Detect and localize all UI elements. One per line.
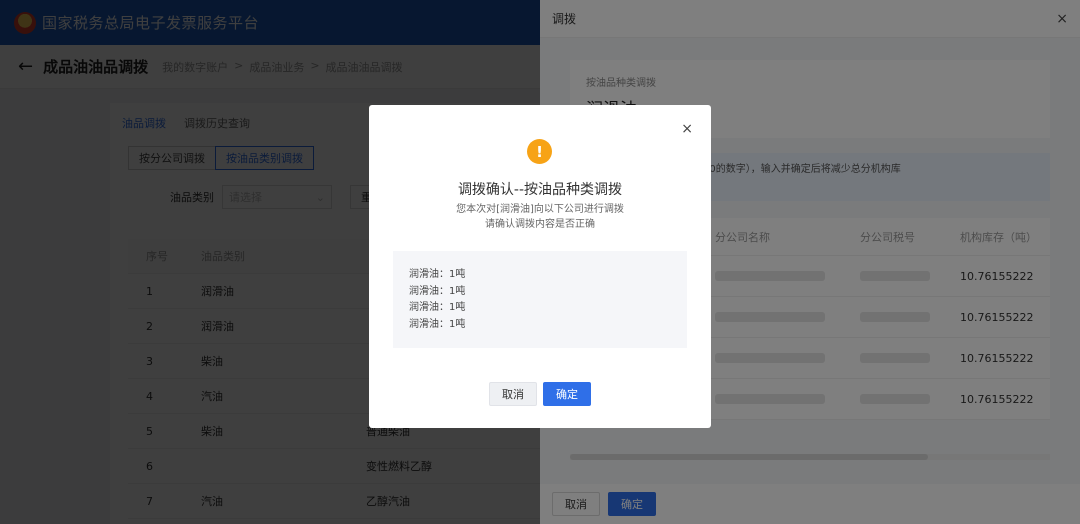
list-item: 润滑油：1吨 [409, 302, 466, 313]
dialog-subtitle: 您本次对[润滑油]向以下公司进行调拨 请确认调拨内容是否正确 [369, 203, 711, 232]
warning-icon: ! [527, 139, 552, 164]
transfer-summary-list: 润滑油：1吨 润滑油：1吨 润滑油：1吨 润滑油：1吨 [393, 251, 687, 348]
dialog-title: 调拨确认--按油品种类调拨 [457, 182, 623, 198]
close-icon[interactable]: × [681, 121, 693, 137]
list-item: 润滑油：1吨 [409, 269, 466, 280]
dialog-subtitle-line1: 您本次对[润滑油]向以下公司进行调拨 [456, 204, 624, 215]
dialog-subtitle-line2: 请确认调拨内容是否正确 [485, 218, 595, 230]
confirm-button[interactable]: 确定 [543, 382, 591, 406]
dialog-footer: 取消 确定 [369, 382, 711, 406]
list-item: 润滑油：1吨 [409, 318, 466, 330]
cancel-button[interactable]: 取消 [489, 382, 537, 406]
list-item: 润滑油：1吨 [409, 285, 466, 297]
confirm-dialog: × ! 调拨确认--按油品种类调拨 您本次对[润滑油]向以下公司进行调拨 请确认… [369, 105, 711, 428]
